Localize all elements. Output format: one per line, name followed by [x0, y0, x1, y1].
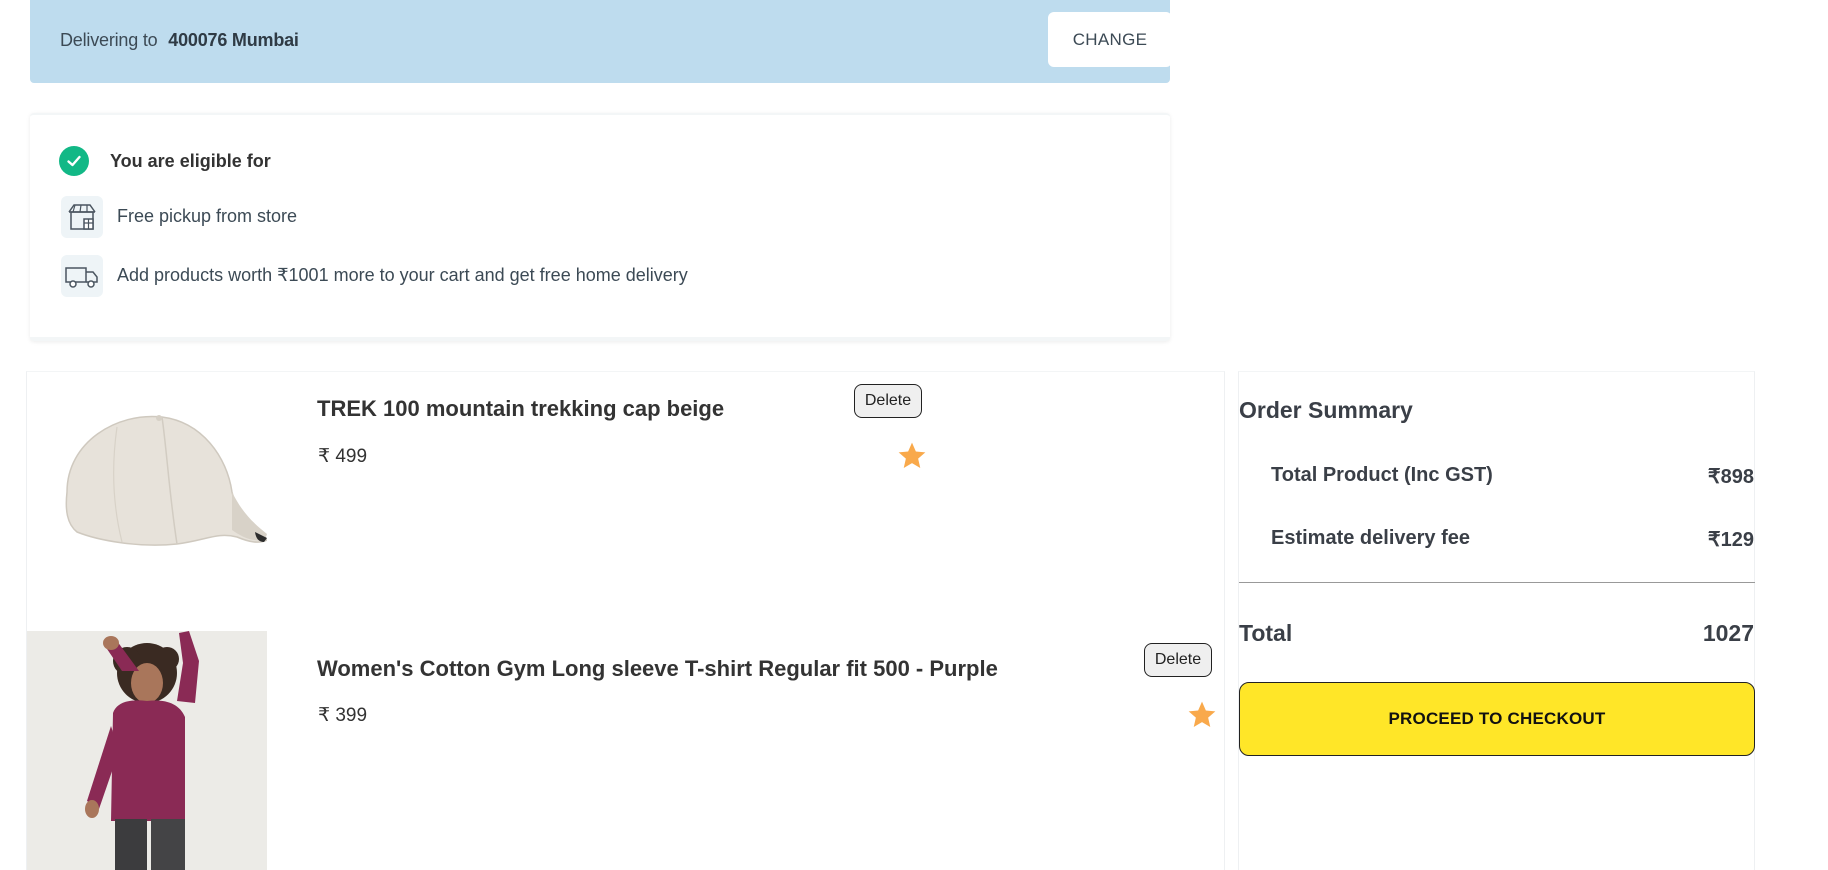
eligibility-card: You are eligible for Free pickup from st… — [30, 113, 1170, 341]
item-title[interactable]: TREK 100 mountain trekking cap beige — [317, 396, 724, 422]
order-summary-title: Order Summary — [1239, 397, 1413, 423]
summary-divider — [1239, 582, 1755, 583]
pickup-text: Free pickup from store — [117, 206, 298, 226]
delivery-banner: Delivering to 400076 Mumbai CHANGE — [30, 0, 1172, 83]
free-delivery-text: Add products worth ₹1001 more to your ca… — [117, 265, 688, 285]
delete-button[interactable]: Delete — [854, 384, 922, 418]
cap-image[interactable] — [27, 372, 267, 612]
cart-items-panel: TREK 100 mountain trekking cap beige ₹ 4… — [26, 371, 1225, 870]
item-title[interactable]: Women's Cotton Gym Long sleeve T-shirt R… — [317, 656, 998, 682]
delivery-fee-label: Estimate delivery fee — [1271, 527, 1470, 549]
eligibility-title: You are eligible for — [110, 151, 271, 171]
total-product-value: ₹898 — [1707, 466, 1754, 488]
item-price: ₹ 399 — [318, 705, 368, 726]
star-icon[interactable] — [1186, 699, 1218, 731]
total-value: 1027 — [1702, 620, 1754, 646]
store-pickup-icon — [61, 196, 103, 238]
tshirt-model-image[interactable] — [27, 631, 267, 870]
total-label: Total — [1239, 620, 1293, 646]
check-circle-icon — [59, 146, 89, 176]
item-price: ₹ 499 — [318, 446, 368, 467]
delivery-truck-icon — [61, 255, 103, 297]
delivery-location: 400076 Mumbai — [168, 30, 299, 50]
star-icon[interactable] — [896, 440, 928, 472]
cart-item: TREK 100 mountain trekking cap beige ₹ 4… — [27, 372, 1226, 612]
delivery-prefix: Delivering to — [60, 30, 158, 50]
proceed-to-checkout-button[interactable]: PROCEED TO CHECKOUT — [1239, 682, 1755, 756]
change-location-button[interactable]: CHANGE — [1048, 12, 1172, 67]
cart-page: Delivering to 400076 Mumbai CHANGE You a… — [0, 0, 1828, 870]
delivery-info: Delivering to 400076 Mumbai — [60, 30, 299, 51]
order-summary-panel: Order Summary Total Product (Inc GST) ₹8… — [1238, 371, 1755, 870]
total-product-label: Total Product (Inc GST) — [1271, 464, 1493, 486]
cart-item: Women's Cotton Gym Long sleeve T-shirt R… — [27, 631, 1226, 870]
delete-button[interactable]: Delete — [1144, 643, 1212, 677]
delivery-fee-value: ₹129 — [1707, 529, 1754, 551]
